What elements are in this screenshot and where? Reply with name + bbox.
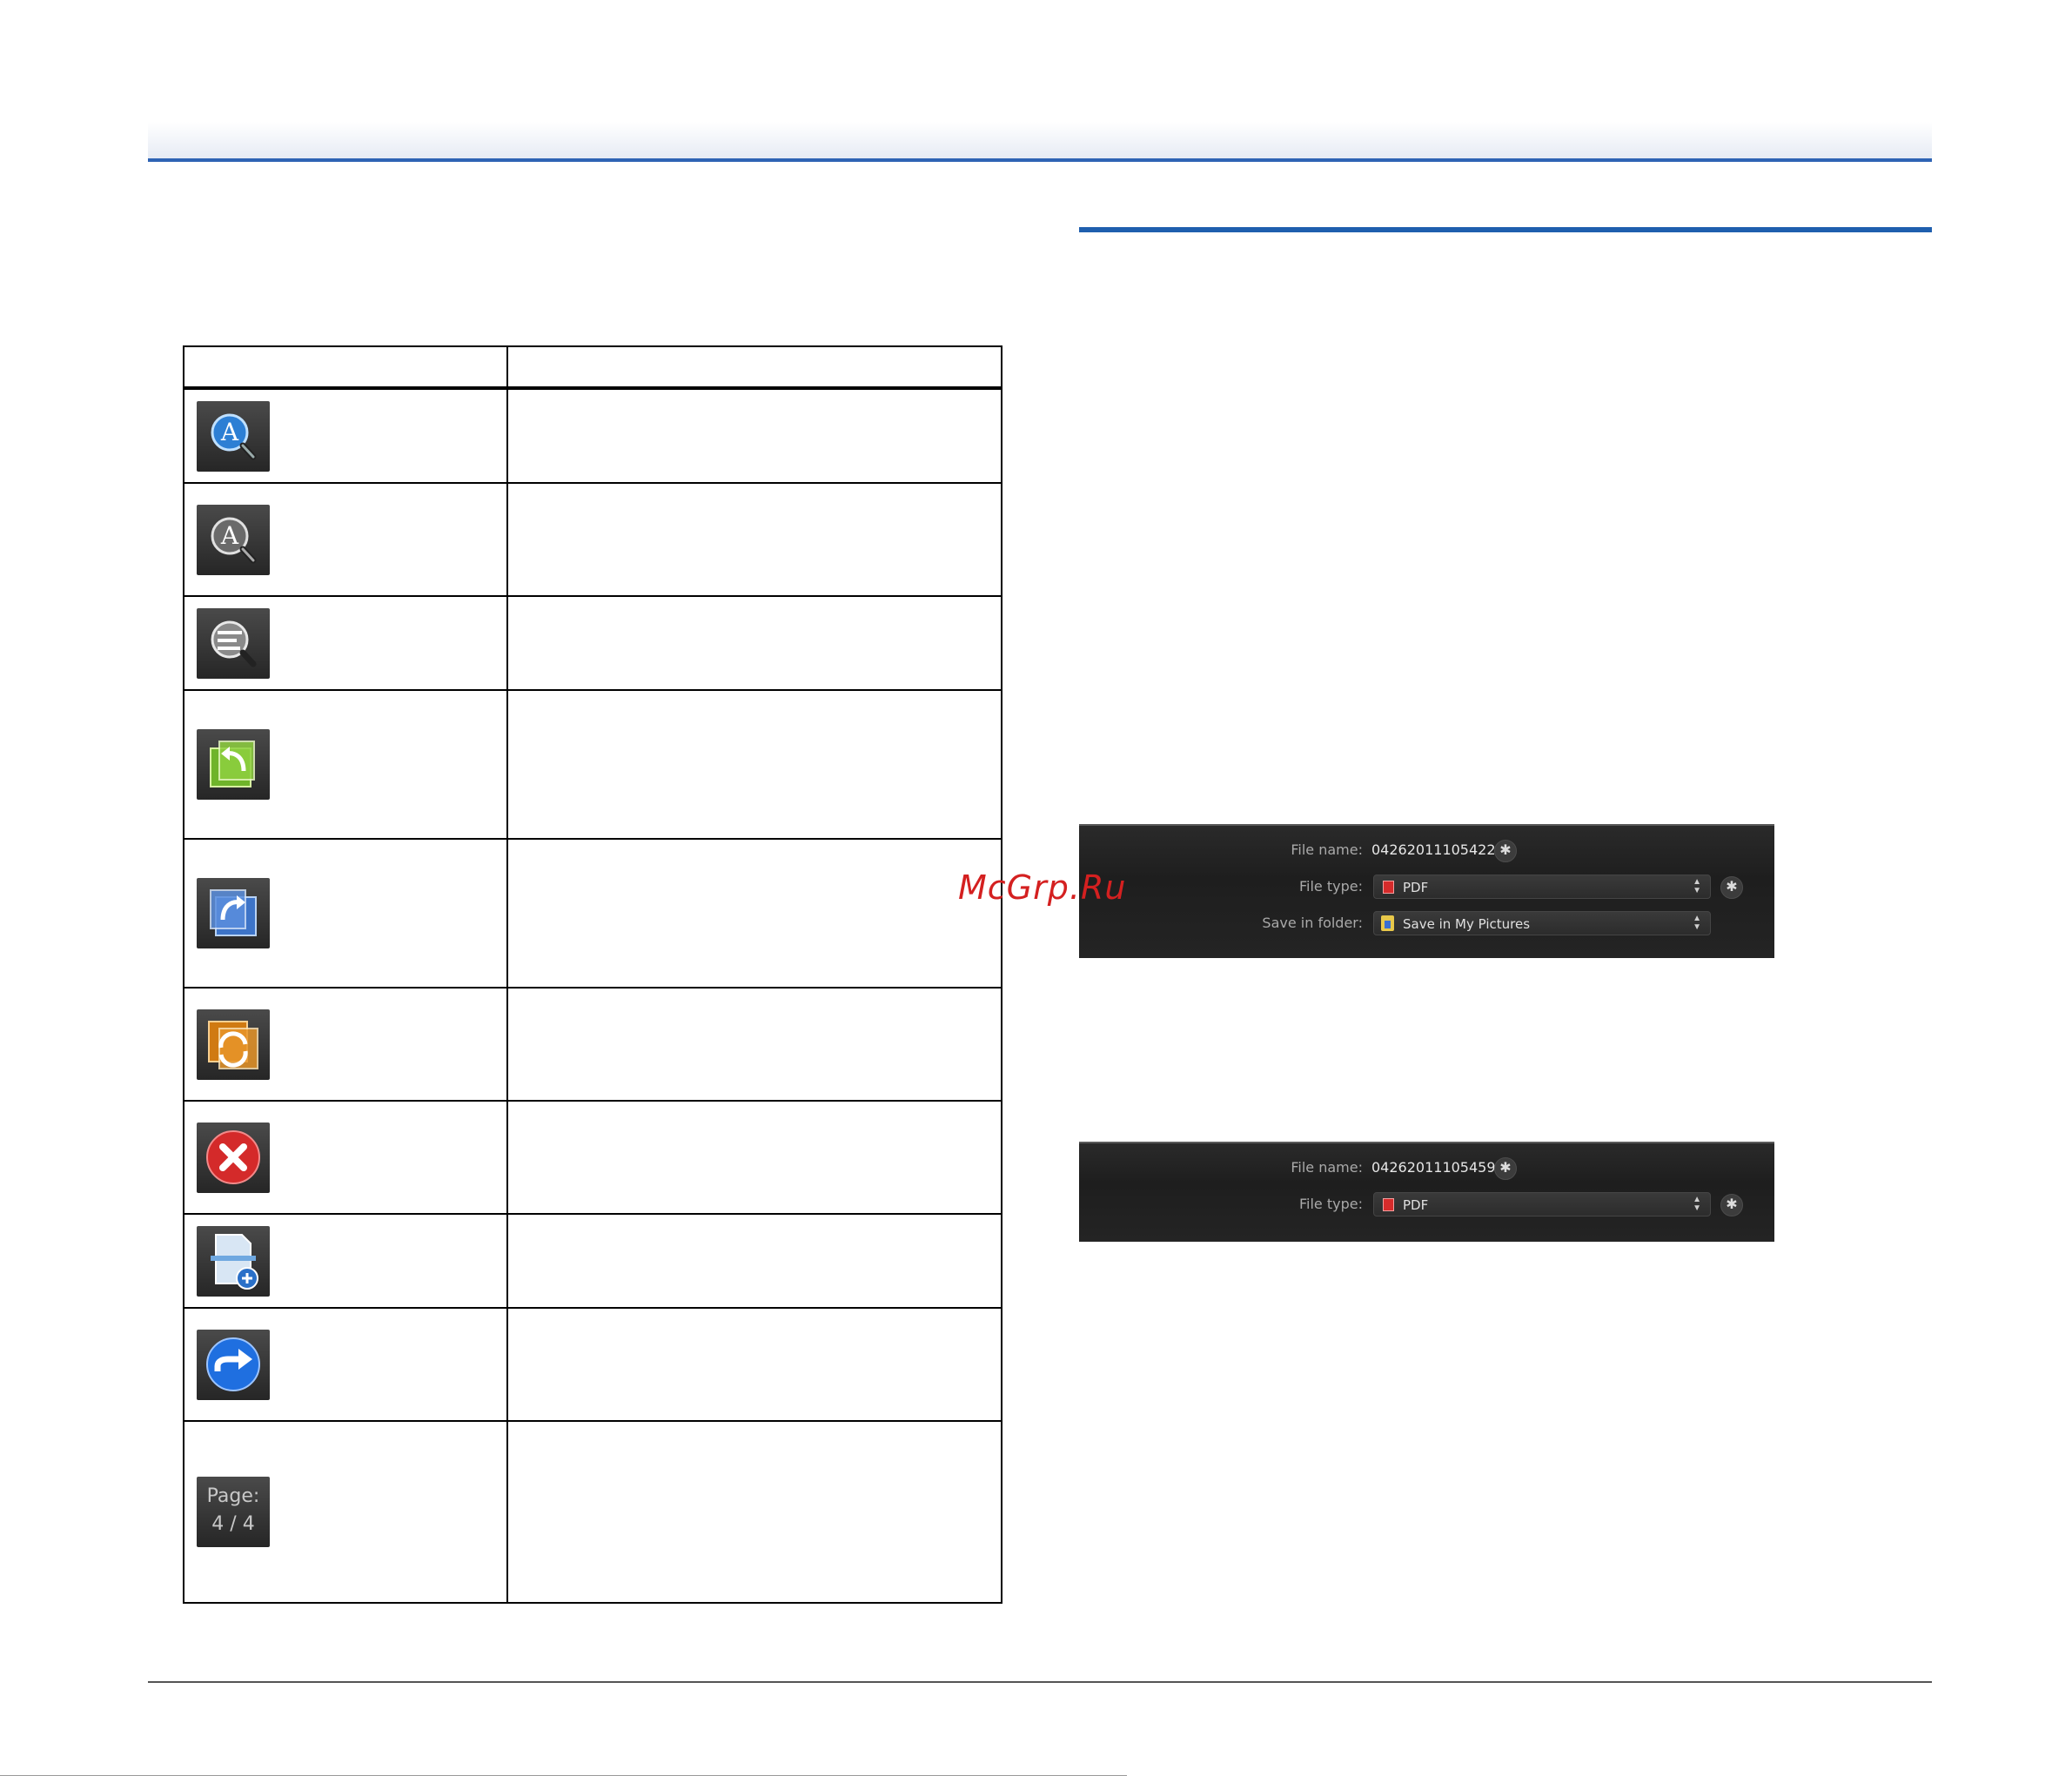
- table-header-row: [183, 345, 1002, 390]
- row-description: [506, 482, 1002, 597]
- file-type-settings-gear-icon[interactable]: ✱: [1720, 1194, 1743, 1216]
- file-name-row: File name: 04262011105459 ✱: [1079, 1152, 1774, 1187]
- pdf-swatch-icon: [1383, 1198, 1394, 1211]
- table-row: [183, 1213, 1002, 1309]
- table-row: [183, 595, 1002, 691]
- file-name-settings-gear-icon[interactable]: ✱: [1494, 840, 1517, 862]
- file-name-label: File name:: [1291, 1159, 1363, 1176]
- add-page-scan-icon[interactable]: [197, 1225, 270, 1297]
- table-row: A: [183, 482, 1002, 597]
- table-row: Page: 4 / 4: [183, 1420, 1002, 1604]
- file-name-value[interactable]: 04262011105459: [1371, 1159, 1496, 1176]
- row-description: [506, 689, 1002, 840]
- zoom-in-a-icon[interactable]: A: [197, 400, 270, 472]
- footer-rule: [148, 1681, 1932, 1683]
- file-type-label: File type:: [1299, 878, 1363, 895]
- save-folder-select[interactable]: Save in My Pictures ▲ ▼: [1373, 911, 1711, 935]
- section-divider: [1079, 227, 1932, 232]
- file-type-value: PDF: [1403, 880, 1429, 895]
- rotate-right-icon[interactable]: [197, 878, 270, 948]
- watermark: McGrp.Ru: [958, 868, 1127, 907]
- table-row: [183, 987, 1002, 1102]
- row-description: [506, 987, 1002, 1102]
- row-description: [506, 1213, 1002, 1309]
- file-type-row: File type: PDF ▲ ▼ ✱: [1079, 871, 1774, 906]
- file-name-settings-gear-icon[interactable]: ✱: [1494, 1157, 1517, 1180]
- select-arrows-icon: ▲ ▼: [1693, 914, 1701, 932]
- fit-text-magnifier-icon[interactable]: [197, 607, 270, 679]
- folder-icon: [1381, 915, 1394, 931]
- delete-icon[interactable]: [197, 1122, 270, 1193]
- svg-text:A: A: [220, 521, 239, 550]
- select-arrows-icon: ▲ ▼: [1693, 1195, 1701, 1213]
- row-description: [506, 387, 1002, 484]
- page-header-band: [148, 122, 1932, 162]
- next-arrow-icon[interactable]: [197, 1329, 270, 1400]
- row-description: [506, 1307, 1002, 1422]
- table-row: [183, 689, 1002, 840]
- file-name-value[interactable]: 04262011105422: [1371, 841, 1496, 858]
- zoom-out-a-icon[interactable]: A: [197, 504, 270, 575]
- page-counter-icon: Page: 4 / 4: [197, 1477, 270, 1547]
- file-type-select[interactable]: PDF ▲ ▼: [1373, 1192, 1711, 1216]
- table-header-description: [506, 345, 1002, 390]
- save-folder-label: Save in folder:: [1262, 915, 1363, 931]
- file-name-label: File name:: [1291, 841, 1363, 858]
- save-settings-panel-2: File name: 04262011105459 ✱ File type: P…: [1079, 1142, 1774, 1242]
- save-settings-panel-1: File name: 04262011105422 ✱ File type: P…: [1079, 824, 1774, 958]
- file-name-row: File name: 04262011105422 ✱: [1079, 834, 1774, 869]
- table-header-icon: [183, 345, 508, 390]
- table-row: [183, 1307, 1002, 1422]
- row-description: [506, 1100, 1002, 1215]
- file-type-settings-gear-icon[interactable]: ✱: [1720, 876, 1743, 899]
- rotate-180-icon[interactable]: [197, 1009, 270, 1080]
- table-row: A: [183, 387, 1002, 484]
- save-folder-row: Save in folder: Save in My Pictures ▲ ▼: [1079, 908, 1774, 942]
- table-row: [183, 1100, 1002, 1215]
- page-counter-value: 4 / 4: [211, 1513, 255, 1535]
- select-arrows-icon: ▲ ▼: [1693, 877, 1701, 895]
- page-counter-label: Page:: [206, 1485, 260, 1507]
- svg-text:A: A: [220, 418, 239, 446]
- row-description: [506, 838, 1002, 989]
- rotate-left-icon[interactable]: [197, 729, 270, 800]
- file-type-label: File type:: [1299, 1196, 1363, 1212]
- table-row: [183, 838, 1002, 989]
- pdf-swatch-icon: [1383, 881, 1394, 894]
- row-description: [506, 1420, 1002, 1604]
- row-description: [506, 595, 1002, 691]
- file-type-value: PDF: [1403, 1197, 1429, 1213]
- file-type-row: File type: PDF ▲ ▼ ✱: [1079, 1189, 1774, 1223]
- file-type-select[interactable]: PDF ▲ ▼: [1373, 875, 1711, 899]
- toolbar-icon-table: A A Page: 4 / 4: [183, 345, 1002, 1604]
- save-folder-value: Save in My Pictures: [1403, 916, 1531, 932]
